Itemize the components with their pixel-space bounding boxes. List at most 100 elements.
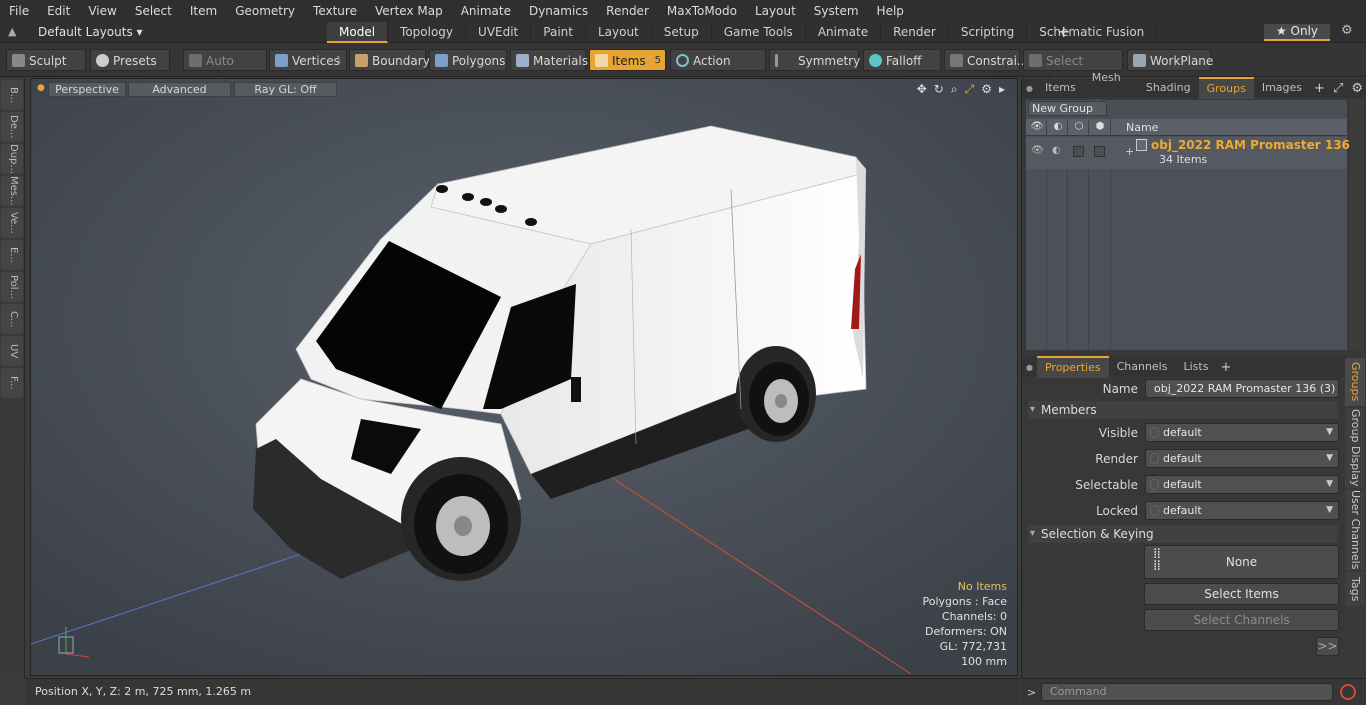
- left-tab-pol[interactable]: Pol...: [1, 272, 23, 302]
- tab-game-tools[interactable]: Game Tools: [712, 22, 806, 43]
- menu-view[interactable]: View: [79, 0, 125, 22]
- auto-select-button[interactable]: Auto Select: [183, 49, 267, 90]
- 3d-viewport[interactable]: ● Perspective Advanced Ray GL: Off ✥ ↻ ⌕…: [30, 78, 1018, 676]
- rotate-icon[interactable]: ↻: [934, 82, 944, 97]
- left-tab-mes[interactable]: Mes...: [1, 176, 23, 206]
- add-tab-plus-icon[interactable]: +: [1057, 22, 1070, 42]
- add-scene-tab-plus-icon[interactable]: +: [1310, 81, 1329, 96]
- symmetry-button[interactable]: Symmetry: [769, 49, 860, 71]
- name-column-header[interactable]: Name: [1126, 121, 1158, 134]
- constraints-button[interactable]: Constrai...: [944, 49, 1028, 71]
- record-macro-icon[interactable]: [1340, 684, 1356, 700]
- left-tab-ve[interactable]: Ve...: [1, 208, 23, 238]
- tab-schematic-fusion[interactable]: Schematic Fusion: [1027, 22, 1158, 43]
- left-tab-uv[interactable]: UV: [1, 336, 23, 366]
- tab-uvedit[interactable]: UVEdit: [466, 22, 532, 43]
- tab-render[interactable]: Render: [881, 22, 949, 43]
- row-eye-icon[interactable]: 👁: [1031, 145, 1044, 156]
- layout-gear-icon[interactable]: ⚙: [1341, 23, 1353, 38]
- render-dropdown[interactable]: default ▼: [1145, 449, 1339, 468]
- menu-geometry[interactable]: Geometry: [226, 0, 304, 22]
- tab-model[interactable]: Model: [327, 22, 389, 43]
- pan-icon[interactable]: ✥: [917, 82, 927, 97]
- only-toggle-button[interactable]: ★ Only: [1264, 24, 1330, 41]
- render-icon[interactable]: ◐: [1051, 121, 1065, 134]
- tab-animate[interactable]: Animate: [806, 22, 882, 43]
- side-tab-tags[interactable]: Tags: [1345, 572, 1365, 606]
- viewport-dot-icon[interactable]: ●: [37, 83, 45, 93]
- scene-expand-icon[interactable]: ⤢: [1329, 81, 1347, 96]
- scene-gear-icon[interactable]: ⚙: [1347, 81, 1366, 96]
- viewport-gear-icon[interactable]: ⚙: [981, 82, 992, 97]
- command-input[interactable]: Command: [1041, 683, 1333, 701]
- visible-eye-icon[interactable]: 👁: [1030, 121, 1044, 134]
- menu-vertex-map[interactable]: Vertex Map: [366, 0, 452, 22]
- menu-help[interactable]: Help: [868, 0, 913, 22]
- menu-system[interactable]: System: [805, 0, 868, 22]
- row-lock-checkbox[interactable]: [1094, 146, 1105, 157]
- menu-texture[interactable]: Texture: [304, 0, 366, 22]
- presets-button[interactable]: Presets: [90, 49, 170, 71]
- tab-items[interactable]: Items: [1037, 78, 1084, 98]
- members-section[interactable]: Members: [1028, 401, 1338, 419]
- selection-keying-section[interactable]: Selection & Keying: [1028, 525, 1338, 543]
- group-title[interactable]: obj_2022 RAM Promaster 136: [1151, 138, 1350, 152]
- left-tab-de[interactable]: De...: [1, 112, 23, 142]
- menu-dynamics[interactable]: Dynamics: [520, 0, 597, 22]
- items-button[interactable]: Items 5: [589, 49, 666, 71]
- locked-dropdown[interactable]: default ▼: [1145, 501, 1339, 520]
- none-button[interactable]: ⁞⁞ ⁞⁞ None: [1144, 545, 1339, 579]
- menu-maxtomodo[interactable]: MaxToModo: [658, 0, 746, 22]
- tab-paint[interactable]: Paint: [531, 22, 586, 43]
- expand-plus-icon[interactable]: +: [1125, 145, 1134, 158]
- select-channels-button[interactable]: Select Channels: [1144, 609, 1339, 631]
- menu-select[interactable]: Select: [126, 0, 181, 22]
- viewport-arrow-icon[interactable]: ▸: [999, 82, 1005, 97]
- selectable-dropdown[interactable]: default ▼: [1145, 475, 1339, 494]
- falloff-button[interactable]: Falloff: [863, 49, 941, 71]
- tab-layout[interactable]: Layout: [586, 22, 652, 43]
- left-tab-e[interactable]: E...: [1, 240, 23, 270]
- polygons-button[interactable]: Polygons: [429, 49, 507, 71]
- menu-render[interactable]: Render: [597, 0, 658, 22]
- left-tab-f[interactable]: F...: [1, 368, 23, 398]
- row-select-checkbox[interactable]: [1073, 146, 1084, 157]
- default-layouts-dropdown[interactable]: Default Layouts ▾: [38, 25, 143, 39]
- left-tab-dup[interactable]: Dup...: [1, 144, 23, 174]
- left-tab-c[interactable]: C...: [1, 304, 23, 334]
- side-tab-group-display[interactable]: Group Display: [1345, 408, 1365, 488]
- maximize-icon[interactable]: ⤢: [965, 82, 975, 97]
- tab-setup[interactable]: Setup: [652, 22, 712, 43]
- tab-images[interactable]: Images: [1254, 78, 1310, 98]
- name-field[interactable]: obj_2022 RAM Promaster 136 (3): [1145, 379, 1339, 398]
- row-render-icon[interactable]: ◐: [1052, 145, 1061, 156]
- new-group-button[interactable]: New Group: [1028, 101, 1107, 116]
- sculpt-button[interactable]: Sculpt: [6, 49, 86, 71]
- more-button[interactable]: >>: [1316, 637, 1339, 656]
- vertices-button[interactable]: Vertices 1: [269, 49, 347, 71]
- menu-animate[interactable]: Animate: [452, 0, 520, 22]
- left-tab-b[interactable]: B...: [1, 80, 23, 110]
- materials-button[interactable]: Materials: [510, 49, 588, 71]
- menu-layout[interactable]: Layout: [746, 0, 805, 22]
- side-tab-user-channels[interactable]: User Channels: [1345, 490, 1365, 570]
- boundary-button[interactable]: Boundary: [349, 49, 430, 71]
- tab-groups[interactable]: Groups: [1198, 77, 1254, 99]
- menu-file[interactable]: File: [0, 0, 38, 22]
- raygl-dropdown[interactable]: Ray GL: Off: [234, 82, 337, 97]
- group-row[interactable]: 👁 ◐ + obj_2022 RAM Promaster 136 34 Item…: [1026, 137, 1350, 169]
- zoom-icon[interactable]: ⌕: [951, 82, 958, 97]
- locked-icon[interactable]: ⬢: [1093, 121, 1107, 134]
- tab-shading[interactable]: Shading: [1138, 78, 1199, 98]
- selectable-icon[interactable]: ⬡: [1072, 121, 1086, 134]
- action-center-button[interactable]: Action Center: [670, 49, 766, 90]
- menu-item[interactable]: Item: [181, 0, 226, 22]
- select-items-button[interactable]: Select Items: [1144, 583, 1339, 605]
- groups-scrollbar[interactable]: [1350, 100, 1364, 350]
- side-tab-groups[interactable]: Groups: [1345, 358, 1365, 406]
- workplane-button[interactable]: WorkPlane: [1127, 49, 1213, 71]
- perspective-dropdown[interactable]: Perspective: [48, 82, 126, 97]
- menu-edit[interactable]: Edit: [38, 0, 79, 22]
- advanced-dropdown[interactable]: Advanced: [128, 82, 231, 97]
- layout-up-arrow-icon[interactable]: ▲: [8, 25, 16, 38]
